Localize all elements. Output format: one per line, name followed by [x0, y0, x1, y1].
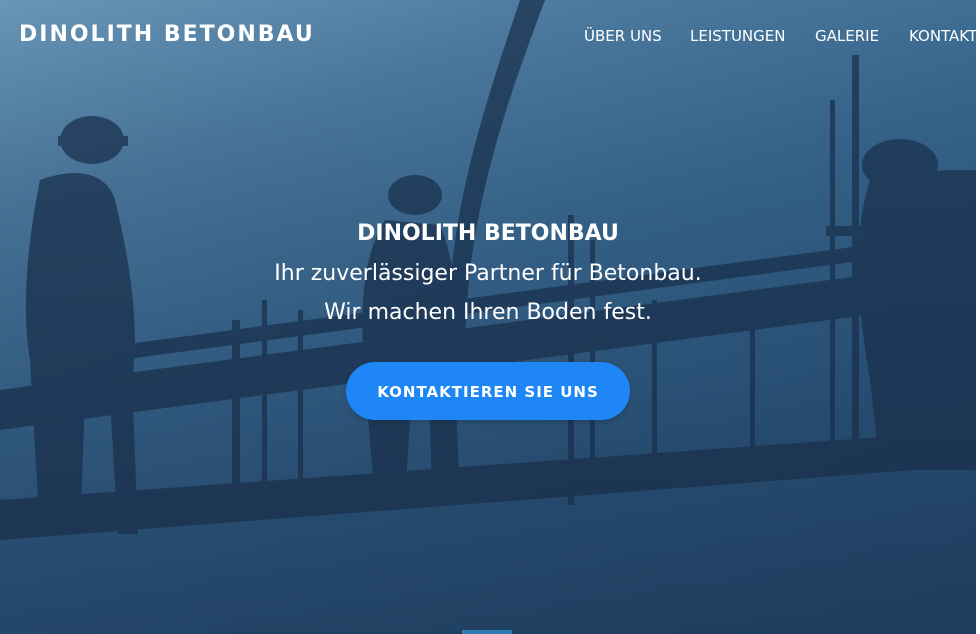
hero-section: DINOLITH BETONBAU ÜBER UNS LEISTUNGEN GA… [0, 0, 980, 634]
scroll-indicator[interactable] [462, 630, 512, 634]
hero-content: DINOLITH BETONBAU Ihr zuverlässiger Part… [0, 0, 976, 634]
hero-tagline: Ihr zuverlässiger Partner für Betonbau. [274, 261, 702, 286]
hero-subtagline: Wir machen Ihren Boden fest. [324, 300, 652, 325]
contact-us-button[interactable]: KONTAKTIEREN SIE UNS [346, 362, 630, 420]
hero-title: DINOLITH BETONBAU [357, 221, 619, 246]
window-edge [976, 0, 980, 634]
